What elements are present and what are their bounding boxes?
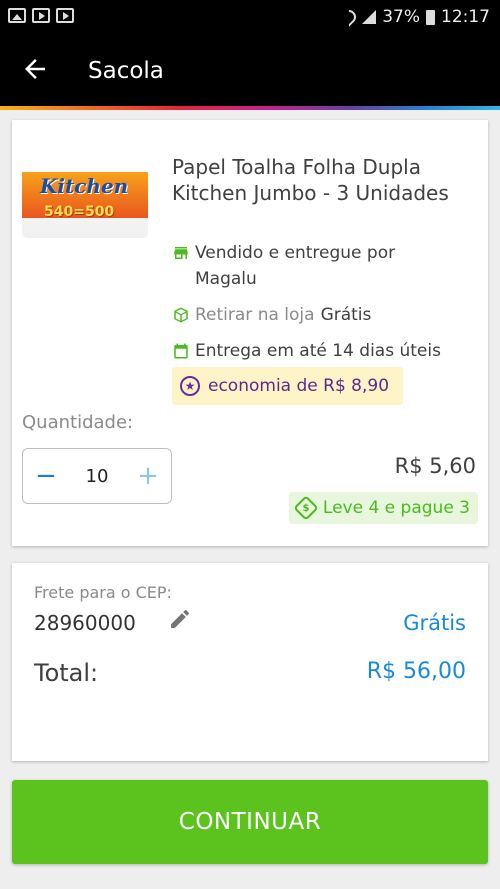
pickup-info: Retirar na loja Grátis bbox=[172, 302, 371, 328]
product-image-sub: 540=500 bbox=[44, 204, 115, 220]
promo-badge: $ Leve 4 e pague 3 bbox=[288, 492, 478, 524]
increase-quantity-button[interactable]: + bbox=[125, 463, 171, 489]
seller-info: Vendido e entregue por Magalu bbox=[172, 240, 452, 292]
system-indicators: 37% 12:17 bbox=[339, 7, 490, 27]
economy-text: economia de R$ 8,90 bbox=[208, 376, 390, 396]
product-name[interactable]: Papel Toalha Folha Dupla Kitchen Jumbo -… bbox=[172, 154, 472, 206]
cep-value: 28960000 bbox=[34, 611, 136, 635]
delivery-info: Entrega em até 14 dias úteis bbox=[172, 338, 441, 364]
product-image[interactable]: Kitchen 540=500 bbox=[22, 160, 148, 238]
status-bar: 37% 12:17 bbox=[0, 0, 500, 34]
total-label: Total: bbox=[34, 659, 99, 687]
economy-badge: ★ economia de R$ 8,90 bbox=[172, 367, 404, 405]
signal-icon bbox=[362, 10, 377, 24]
seller-text: Vendido e entregue por Magalu bbox=[195, 243, 396, 289]
star-icon: ★ bbox=[180, 376, 200, 396]
quantity-label: Quantidade: bbox=[22, 412, 134, 433]
order-summary-card: Frete para o CEP: 28960000 Grátis Total:… bbox=[12, 563, 488, 761]
quantity-stepper: − 10 + bbox=[22, 448, 172, 504]
store-icon bbox=[174, 247, 188, 259]
shipping-price: Grátis bbox=[403, 611, 466, 635]
battery-icon bbox=[426, 9, 435, 25]
pickup-value: Grátis bbox=[320, 305, 372, 325]
app-bar: Sacola bbox=[0, 34, 500, 106]
notification-icons bbox=[8, 8, 74, 23]
total-value: R$ 56,00 bbox=[366, 659, 466, 684]
pickup-label: Retirar na loja bbox=[195, 305, 315, 325]
arrow-left-icon[interactable] bbox=[20, 54, 50, 84]
image-notification-icon bbox=[8, 8, 26, 23]
decrease-quantity-button[interactable]: − bbox=[23, 463, 69, 489]
tag-icon: $ bbox=[293, 495, 319, 521]
calendar-icon bbox=[174, 343, 188, 359]
clock: 12:17 bbox=[441, 7, 490, 27]
pencil-icon[interactable] bbox=[168, 607, 192, 631]
page-title: Sacola bbox=[88, 58, 164, 84]
continue-button[interactable]: CONTINUAR bbox=[12, 780, 488, 864]
tag-icon-symbol: $ bbox=[302, 502, 310, 514]
delivery-text: Entrega em até 14 dias úteis bbox=[195, 341, 441, 361]
unit-price: R$ 5,60 bbox=[394, 454, 476, 478]
cep-label: Frete para o CEP: bbox=[34, 583, 172, 602]
wifi-icon bbox=[339, 7, 360, 27]
product-image-brand: Kitchen bbox=[40, 174, 129, 198]
quantity-value[interactable]: 10 bbox=[69, 466, 125, 487]
promo-text: Leve 4 e pague 3 bbox=[322, 498, 470, 518]
battery-percent: 37% bbox=[382, 7, 420, 27]
cart-item-card: Kitchen 540=500 Papel Toalha Folha Dupla… bbox=[12, 120, 488, 546]
brand-color-strip bbox=[0, 106, 500, 110]
youtube-notification-icon-2 bbox=[56, 8, 74, 23]
package-icon bbox=[174, 307, 188, 323]
youtube-notification-icon bbox=[32, 8, 50, 23]
